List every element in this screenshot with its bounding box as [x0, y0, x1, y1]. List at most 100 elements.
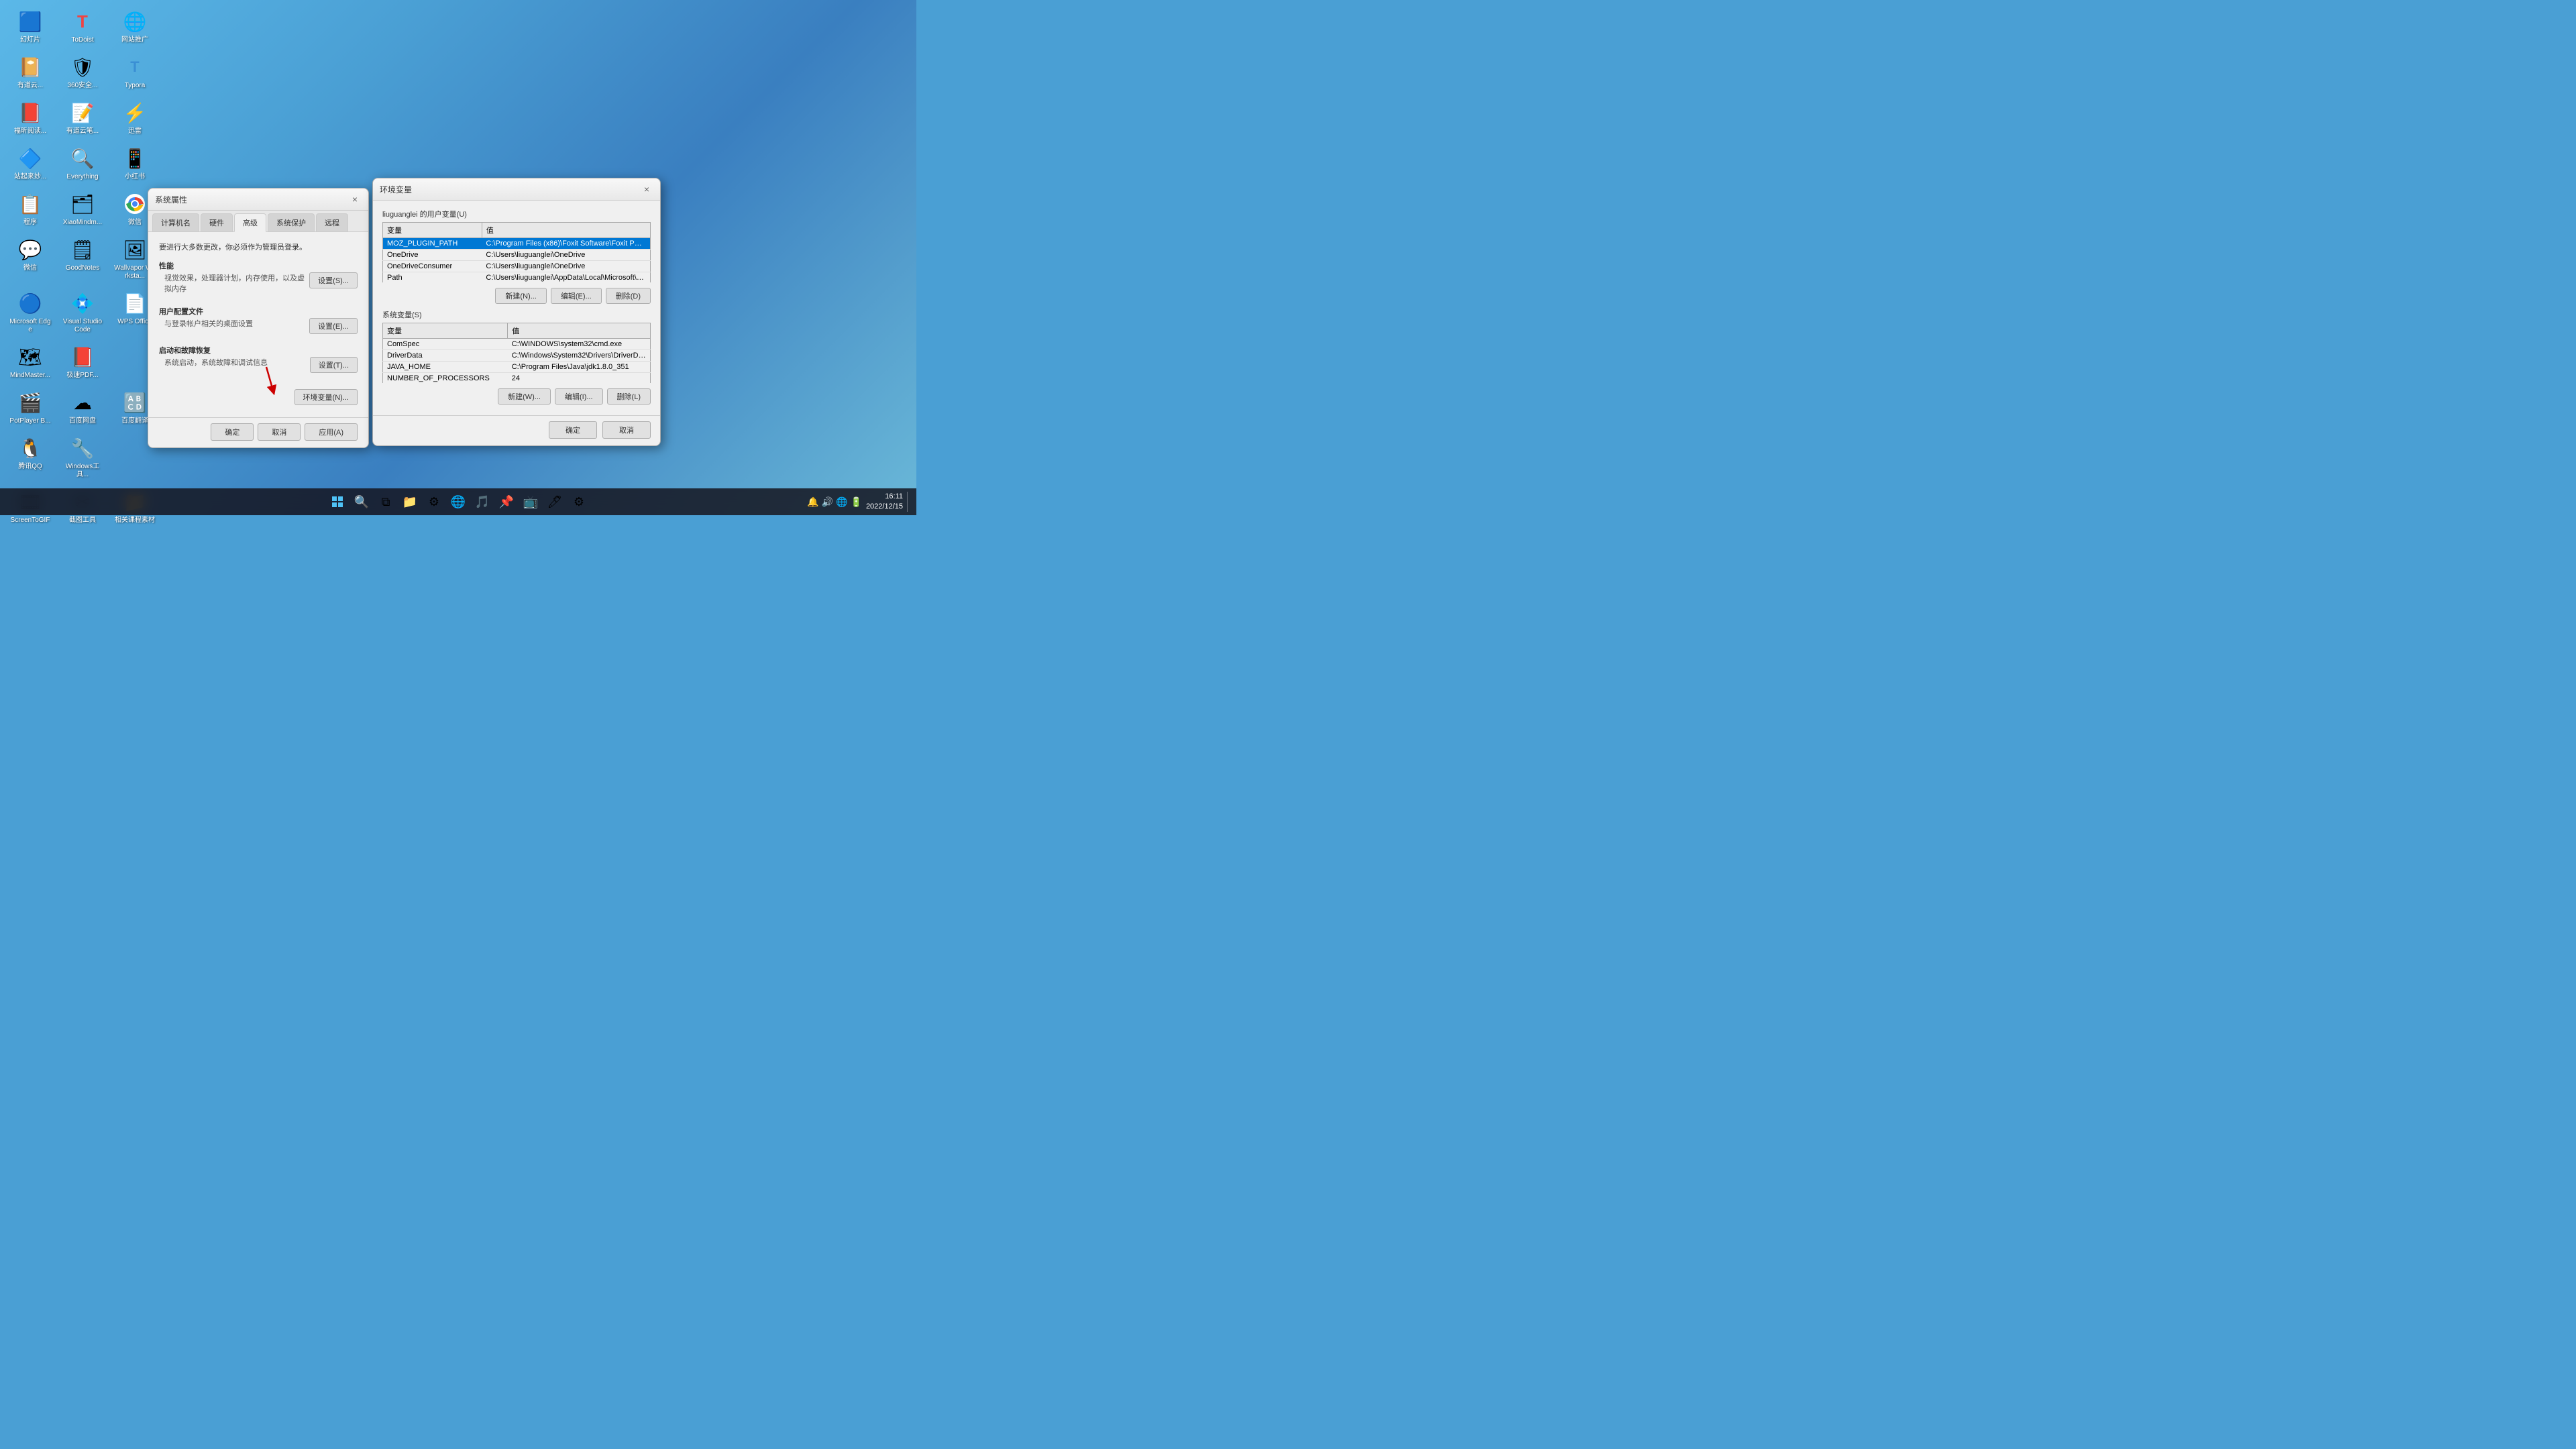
tab-hardware[interactable]: 硬件	[201, 213, 233, 231]
baidu-label: 百度网盘	[69, 417, 96, 425]
sysprops-content: 要进行大多数更改，你必须作为管理员登录。 性能 设置(S)... 视觉效果，处理…	[148, 232, 368, 417]
volume-icon[interactable]: 🔊	[822, 496, 833, 508]
desktop-icon-todoist[interactable]: T ToDoist	[59, 7, 106, 47]
desktop-icon-foxitpdf[interactable]: 📕 福昕阅读...	[7, 98, 54, 138]
desktop-icon-everything[interactable]: 🔍 Everything	[59, 144, 106, 184]
desktop-icon-youdaonote[interactable]: 📝 有道云笔...	[59, 98, 106, 138]
sys-var-numproc-val: 24	[508, 373, 651, 384]
env-vars-btn[interactable]: 环境变量(N)...	[294, 389, 358, 405]
sysprops-ok-btn[interactable]: 确定	[211, 423, 254, 441]
youdao-label: 有道云...	[17, 82, 43, 90]
userprofile-settings-btn[interactable]: 设置(E)...	[309, 318, 358, 334]
battery-icon[interactable]: 🔋	[851, 496, 862, 508]
typora-icon: T	[123, 55, 147, 79]
sys-var-row-comspec[interactable]: ComSpec C:\WINDOWS\system32\cmd.exe	[383, 339, 651, 350]
envvars-close-btn[interactable]: ×	[640, 182, 653, 196]
desktop-icon-potplayer[interactable]: 🎬 PotPlayer B...	[7, 388, 54, 428]
sys-var-row-javahome[interactable]: JAVA_HOME C:\Program Files\Java\jdk1.8.0…	[383, 362, 651, 373]
desktop-icon-wps[interactable]: 🟦 幻灯片	[7, 7, 54, 47]
sys-new-btn[interactable]: 新建(W)...	[498, 388, 551, 405]
sys-delete-btn[interactable]: 删除(L)	[607, 388, 651, 405]
sysprops-cancel-btn[interactable]: 取消	[258, 423, 301, 441]
sysprops-titlebar: 系统属性 ×	[148, 189, 368, 211]
pen-taskbar[interactable]: 🖊	[544, 491, 566, 513]
desktop-icon-edge[interactable]: 🔵 Microsoft Edge	[7, 288, 54, 337]
desktop-icon-xunlei[interactable]: ⚡ 迅雷	[111, 98, 158, 138]
xiaohongshu-icon: 📱	[123, 146, 147, 170]
performance-settings-btn[interactable]: 设置(S)...	[309, 272, 358, 288]
sysprops-dialog: 系统属性 × 计算机名 硬件 高级 系统保护 远程 要进行大多数更改，你必须作为…	[148, 188, 369, 448]
envvars-cancel-btn[interactable]: 取消	[602, 421, 651, 439]
desktop-icon-qq[interactable]: 🐧 腾讯QQ	[7, 433, 54, 482]
user-edit-btn[interactable]: 编辑(E)...	[551, 288, 602, 304]
file-explorer-taskbar[interactable]: 📁	[399, 491, 421, 513]
search-taskbar-btn[interactable]: 🔍	[351, 491, 372, 513]
desktop-icon-chengxu[interactable]: 📋 程序	[7, 189, 54, 229]
desktop-icon-goodnotes[interactable]: 🗒 GoodNotes	[59, 235, 106, 283]
taskbar-time-display[interactable]: 16:11 2022/12/15	[866, 492, 903, 513]
desktop-icon-typora[interactable]: T Typora	[111, 52, 158, 93]
sysprops-apply-btn[interactable]: 应用(A)	[305, 423, 358, 441]
user-var-row-path[interactable]: Path C:\Users\liuguanglei\AppData\Local\…	[383, 272, 651, 283]
windowstools-label: Windows工具...	[62, 463, 103, 479]
tab-remote[interactable]: 远程	[316, 213, 348, 231]
user-var-row-moz[interactable]: MOZ_PLUGIN_PATH C:\Program Files (x86)\F…	[383, 238, 651, 250]
sys-var-comspec-val: C:\WINDOWS\system32\cmd.exe	[508, 339, 651, 350]
desktop-icon-mindmaster[interactable]: 🗺 MindMaster...	[7, 342, 54, 382]
settings-taskbar[interactable]: ⚙	[423, 491, 445, 513]
user-new-btn[interactable]: 新建(N)...	[495, 288, 546, 304]
envvars-ok-btn[interactable]: 确定	[549, 421, 597, 439]
tab-computer-name[interactable]: 计算机名	[152, 213, 199, 231]
desktop-icon-windowstools[interactable]: 🔧 Windows工具...	[59, 433, 106, 482]
desktop-icon-wechat[interactable]: 💬 微信	[7, 235, 54, 283]
network-icon[interactable]: 🌐	[836, 496, 847, 508]
gear-taskbar[interactable]: ⚙	[568, 491, 590, 513]
edge-taskbar[interactable]: 🌐	[447, 491, 469, 513]
wechat-icon: 💬	[18, 237, 42, 262]
sys-edit-btn[interactable]: 编辑(I)...	[555, 388, 603, 405]
potplayer-icon: 🎬	[18, 390, 42, 415]
user-delete-btn[interactable]: 删除(D)	[606, 288, 651, 304]
task-view-btn[interactable]: ⧉	[375, 491, 396, 513]
user-var-row-onedriveconsumer[interactable]: OneDriveConsumer C:\Users\liuguanglei\On…	[383, 261, 651, 272]
startup-settings-btn[interactable]: 设置(T)...	[310, 357, 358, 373]
media-taskbar[interactable]: 🎵	[472, 491, 493, 513]
todoist-icon: T	[70, 9, 95, 34]
desktop-icon-xiaohongshu[interactable]: 📱 小红书	[111, 144, 158, 184]
start-button[interactable]	[327, 491, 348, 513]
vscode-label: Visual Studio Code	[62, 318, 103, 334]
360-label: 360安全...	[67, 82, 97, 90]
user-var-onedrive-val: C:\Users\liuguanglei\OneDrive	[482, 250, 650, 261]
user-var-moz-name: MOZ_PLUGIN_PATH	[383, 238, 482, 250]
user-vars-table-scroll[interactable]: 变量 值 MOZ_PLUGIN_PATH C:\Program Files (x…	[382, 222, 651, 282]
sys-vars-table-scroll[interactable]: 变量 值 ComSpec C:\WINDOWS\system32\cmd.exe…	[382, 323, 651, 383]
user-var-row-onedrive[interactable]: OneDrive C:\Users\liuguanglei\OneDrive	[383, 250, 651, 261]
tab-system-protection[interactable]: 系统保护	[268, 213, 315, 231]
desktop-icon-pdf[interactable]: 📕 极速PDF...	[59, 342, 106, 382]
todo-taskbar[interactable]: 📌	[496, 491, 517, 513]
desktop-icon-xmind[interactable]: 🗂 XiaoMindm...	[59, 189, 106, 229]
desktop-icon-youdao[interactable]: 📔 有道云...	[7, 52, 54, 93]
360-icon: 🛡	[70, 55, 95, 79]
desktop-icon-vscode[interactable]: 💠 Visual Studio Code	[59, 288, 106, 337]
tab-advanced[interactable]: 高级	[234, 213, 266, 232]
sys-var-row-driverdata[interactable]: DriverData C:\Windows\System32\Drivers\D…	[383, 350, 651, 362]
fanyi-icon: 🔠	[123, 390, 147, 415]
desktop-icon-360[interactable]: 🛡 360安全...	[59, 52, 106, 93]
desktop-icon-baidu[interactable]: ☁ 百度网盘	[59, 388, 106, 428]
notification-icon[interactable]: 🔔	[807, 496, 818, 508]
envvars-content: liuguanglei 的用户变量(U) 变量 值 MOZ_PLUGIN_PAT…	[373, 201, 660, 415]
sys-vars-col-var: 变量	[383, 323, 508, 339]
pdf-label: 极速PDF...	[66, 372, 98, 380]
goodnotes-icon: 🗒	[70, 237, 95, 262]
tv-taskbar[interactable]: 📺	[520, 491, 541, 513]
zhanqimiao-label: 站起来妙...	[14, 173, 46, 181]
desktop-icon-wangzhan[interactable]: 🌐 网站推广	[111, 7, 158, 47]
sys-var-row-numproc[interactable]: NUMBER_OF_PROCESSORS 24	[383, 373, 651, 384]
show-desktop-btn[interactable]	[907, 492, 910, 512]
desktop-icon-zhanqimiao[interactable]: 🔷 站起来妙...	[7, 144, 54, 184]
user-var-onedrive-name: OneDrive	[383, 250, 482, 261]
potplayer-label: PotPlayer B...	[9, 417, 50, 425]
user-var-path-name: Path	[383, 272, 482, 283]
sysprops-close-btn[interactable]: ×	[348, 193, 362, 206]
